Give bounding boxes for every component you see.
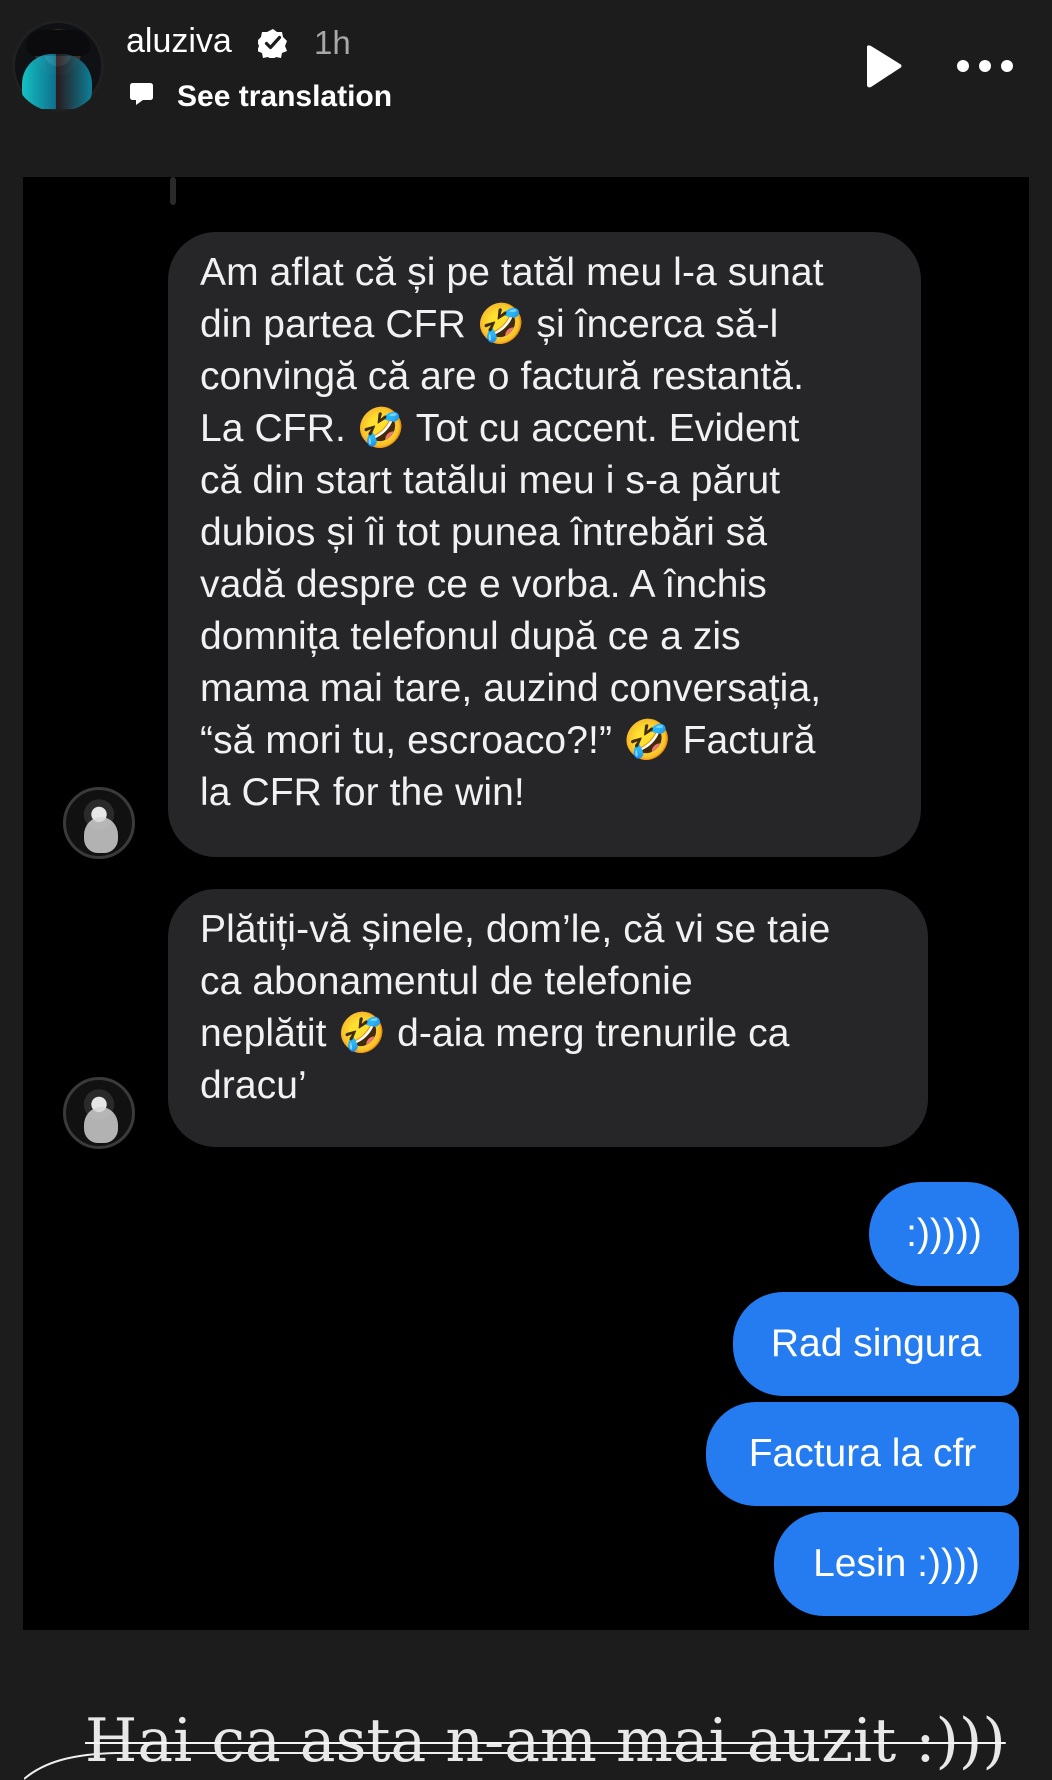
story-header: aluziva 1h See translation [0,0,1052,150]
outgoing-message-bubble: Rad singura [733,1292,1019,1396]
outgoing-message-bubble: Lesin :)))) [774,1512,1019,1616]
sender-avatar [63,787,135,859]
profile-avatar-hat [26,30,90,56]
profile-avatar-hair [22,54,92,109]
outgoing-message-bubble: :))))) [869,1182,1019,1286]
incoming-message-text: Am aflat că și pe tatăl meu l-a sunat di… [200,251,824,814]
post-time: 1h [314,24,351,61]
username[interactable]: aluziva [126,22,232,61]
scroll-indicator [170,177,176,205]
incoming-message-bubble: Plătiți-vă șinele, dom’le, că vi se taie… [168,889,928,1147]
profile-avatar[interactable] [12,20,104,112]
play-icon[interactable] [863,45,903,89]
incoming-message-text: Plătiți-vă șinele, dom’le, că vi se taie… [200,908,831,1107]
outgoing-message-bubble: Factura la cfr [706,1402,1019,1506]
sender-avatar [63,1077,135,1149]
more-options-icon[interactable] [955,54,1015,78]
incoming-message-bubble: Am aflat că și pe tatăl meu l-a sunat di… [168,232,921,857]
verified-badge-icon [258,29,287,58]
see-translation-link[interactable]: See translation [177,80,392,114]
translate-bubble-icon [130,83,153,105]
story-caption: Hai ca asta n-am mai auzit :))) [85,1706,1006,1776]
